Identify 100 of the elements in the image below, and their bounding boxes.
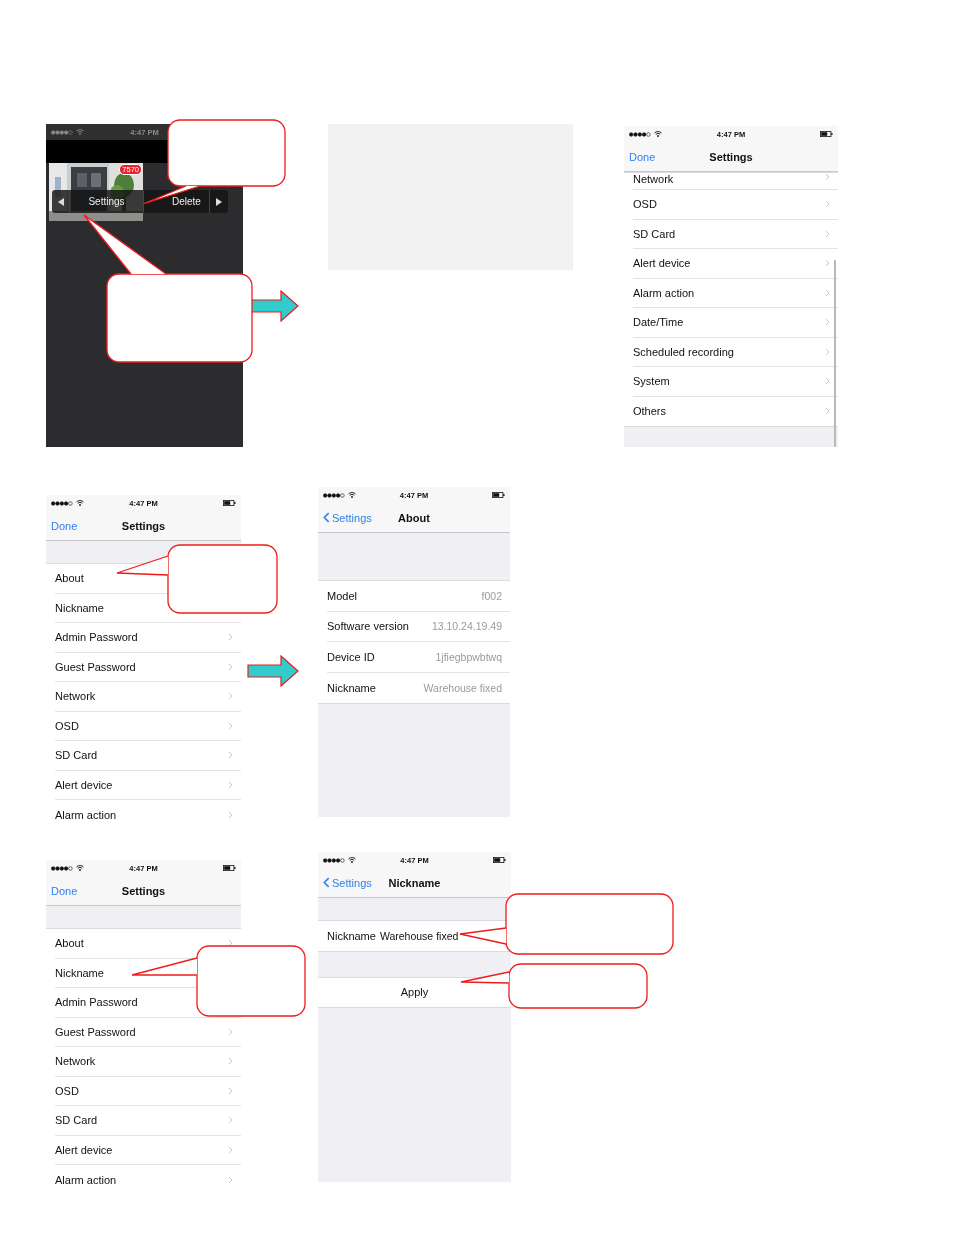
item-label: Date/Time xyxy=(633,316,684,329)
chevron-icon xyxy=(825,229,830,238)
screen-title: Settings xyxy=(121,519,166,532)
settings-item[interactable]: Alarm action xyxy=(55,800,241,825)
wifi-icon xyxy=(76,129,84,135)
done-link[interactable]: Done xyxy=(51,884,78,897)
item-label: Alarm action xyxy=(55,1173,117,1186)
item-label: About xyxy=(55,937,84,950)
item-label: OSD xyxy=(633,198,657,211)
settings-item[interactable]: OSD xyxy=(55,1076,241,1106)
item-label: System xyxy=(633,375,670,388)
nickname-field[interactable]: Warehouse fixed xyxy=(379,929,460,942)
item-label: Guest Password xyxy=(55,1025,136,1038)
field-label: Nickname xyxy=(327,929,376,942)
signal-icon xyxy=(629,131,651,137)
item-label: Guest Password xyxy=(55,660,136,673)
info-value: 1jfiegbpwbtwq xyxy=(435,650,502,663)
settings-item[interactable]: Network xyxy=(55,682,241,712)
battery-icon xyxy=(223,500,236,506)
signal-icon xyxy=(51,865,73,871)
chevron-icon xyxy=(228,1175,233,1184)
info-value: 13.10.24.19.49 xyxy=(431,620,502,633)
back-link[interactable]: Settings xyxy=(323,876,372,889)
chevron-icon xyxy=(228,1057,233,1066)
item-label: SD Card xyxy=(55,749,98,762)
info-label: Software version xyxy=(327,620,409,633)
chevron-icon xyxy=(825,318,830,327)
chevron-icon xyxy=(228,810,233,819)
item-label: SD Card xyxy=(55,1114,98,1127)
chevron-icon xyxy=(825,259,830,268)
screen-title: Nickname xyxy=(388,876,441,889)
chevron-icon xyxy=(228,939,233,948)
settings-item[interactable]: Guest Password xyxy=(55,652,241,682)
item-label: Nickname xyxy=(55,966,104,979)
chevron-icon xyxy=(228,692,233,701)
signal-icon xyxy=(51,500,73,506)
chevron-icon xyxy=(825,173,830,181)
wifi-icon xyxy=(654,131,662,137)
chevron-icon xyxy=(825,407,830,416)
chevron-icon xyxy=(228,662,233,671)
item-label: Admin Password xyxy=(55,631,138,644)
item-label: SD Card xyxy=(633,227,676,240)
done-link[interactable]: Done xyxy=(51,519,78,532)
back-chevron-icon xyxy=(323,512,330,523)
settings-item[interactable]: Others xyxy=(633,396,838,426)
settings-item[interactable]: OSD xyxy=(633,190,838,220)
chevron-icon xyxy=(228,1027,233,1036)
arrow-icon xyxy=(247,655,299,687)
chevron-icon xyxy=(228,751,233,760)
chevron-icon xyxy=(825,347,830,356)
settings-item[interactable]: Alarm action xyxy=(55,1165,241,1190)
wifi-icon xyxy=(348,857,356,863)
item-label: Alert device xyxy=(55,1143,113,1156)
battery-icon xyxy=(223,865,236,871)
item-label: Admin Password xyxy=(55,996,138,1009)
screen-title: Settings xyxy=(121,884,166,897)
item-label: Alert device xyxy=(55,778,113,791)
settings-item[interactable]: OSD xyxy=(55,711,241,741)
wifi-icon xyxy=(76,500,84,506)
settings-item[interactable]: SD Card xyxy=(633,219,838,249)
action-link[interactable]: Settings xyxy=(88,196,125,207)
info-label: Device ID xyxy=(327,650,375,663)
battery-icon xyxy=(820,131,833,137)
settings-item[interactable]: SD Card xyxy=(55,741,241,771)
chevron-icon xyxy=(228,1145,233,1154)
info-label: Nickname xyxy=(327,681,376,694)
back-link[interactable]: Settings xyxy=(323,511,372,524)
signal-icon xyxy=(323,857,345,863)
item-label: Alert device xyxy=(633,257,691,270)
settings-item[interactable]: Alert device xyxy=(55,770,241,800)
action-link[interactable]: Delete xyxy=(172,196,201,207)
item-label: Network xyxy=(55,1055,96,1068)
info-value: f002 xyxy=(481,589,502,602)
item-label: Network xyxy=(633,173,674,185)
info-label: Model xyxy=(327,589,357,602)
item-label: About xyxy=(55,572,84,585)
item-label: OSD xyxy=(55,1084,79,1097)
settings-item[interactable]: Alert device xyxy=(55,1135,241,1165)
settings-item[interactable]: Network xyxy=(55,1047,241,1077)
caret-right-icon[interactable] xyxy=(216,197,222,206)
screen-title: About xyxy=(398,511,430,524)
item-label: Nickname xyxy=(55,601,104,614)
chevron-icon xyxy=(228,721,233,730)
item-label: Alarm action xyxy=(633,286,695,299)
settings-item[interactable]: SD Card xyxy=(55,1106,241,1136)
battery-icon xyxy=(492,492,505,498)
item-label: Network xyxy=(55,690,96,703)
battery-icon xyxy=(493,857,506,863)
screen-title: Settings xyxy=(709,150,753,163)
settings-item[interactable]: Network xyxy=(633,173,838,190)
done-link[interactable]: Done xyxy=(629,150,656,163)
item-label: Alarm action xyxy=(55,808,117,821)
caret-left-icon[interactable] xyxy=(57,197,64,206)
signal-icon xyxy=(51,129,73,135)
back-chevron-icon xyxy=(323,877,330,888)
chevron-icon xyxy=(825,288,830,297)
info-value: Warehouse fixed xyxy=(423,681,502,694)
chevron-icon xyxy=(825,200,830,209)
settings-item[interactable]: Admin Password xyxy=(55,623,241,653)
wifi-icon xyxy=(348,492,356,498)
